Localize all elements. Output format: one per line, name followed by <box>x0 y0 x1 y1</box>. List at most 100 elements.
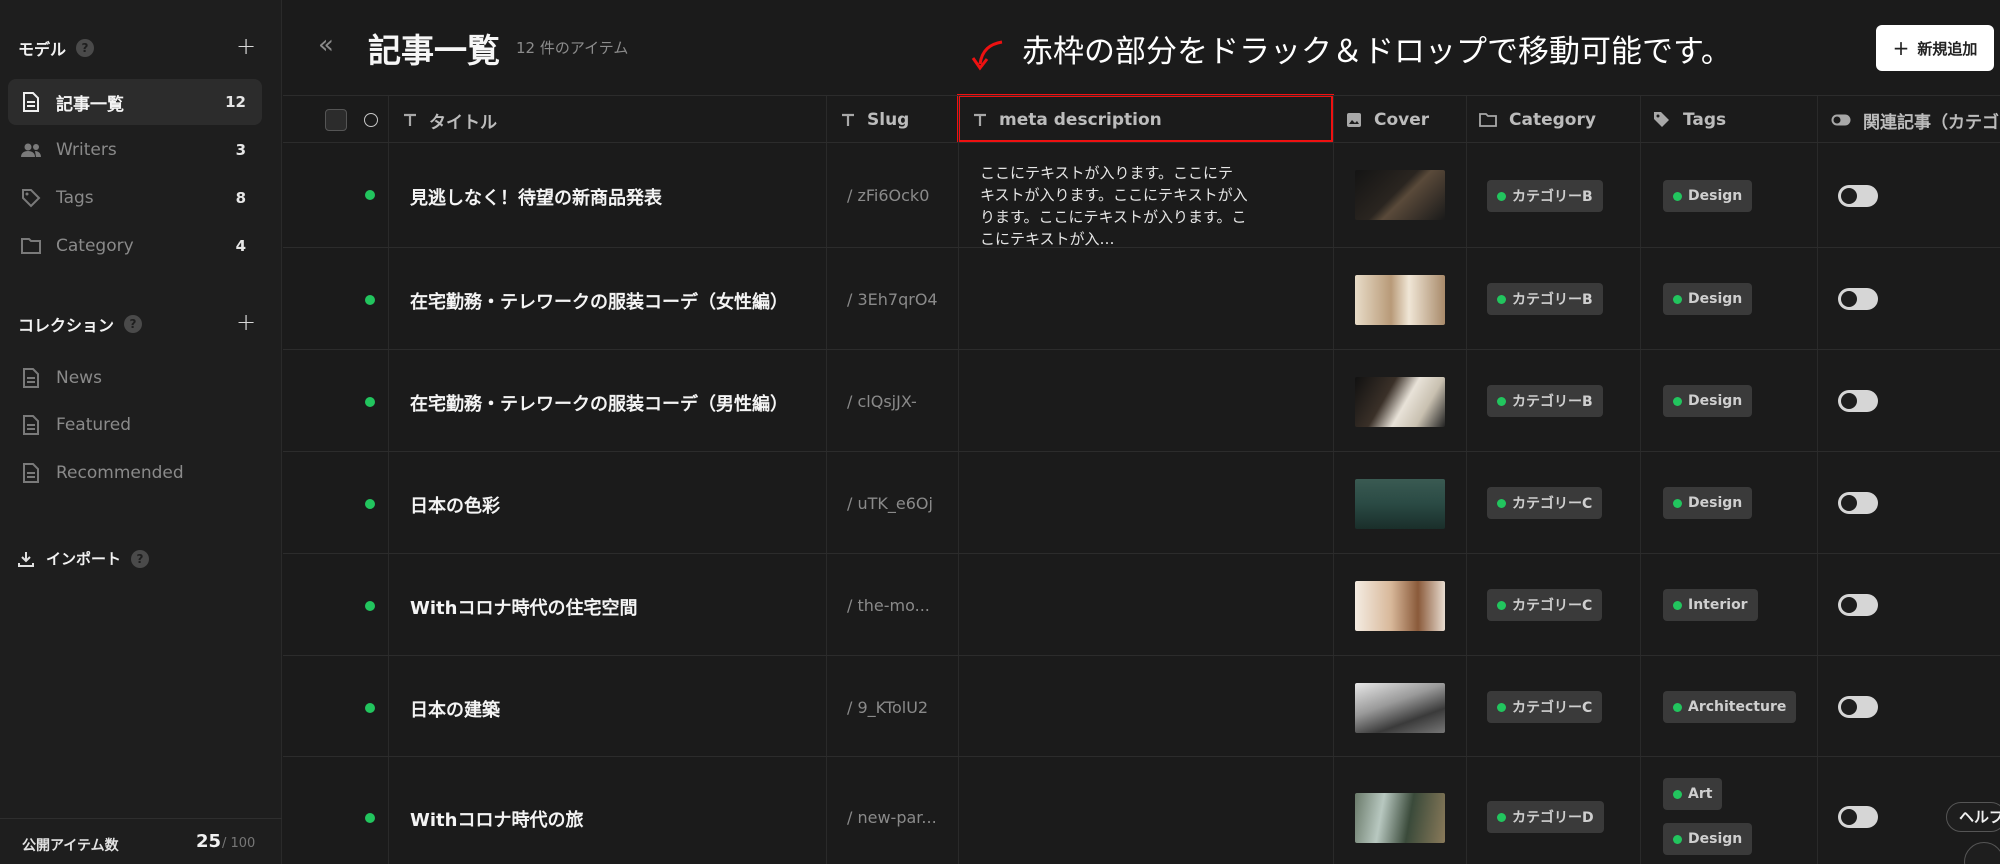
row-title: 日本の色彩 <box>410 496 500 517</box>
add-collection-button[interactable]: + <box>236 310 256 334</box>
row-slug: / 9_KTolU2 <box>847 698 929 717</box>
table-row[interactable]: 在宅勤務・テレワークの服装コーデ（男性編） / clQsjJX- カテゴリーB … <box>283 350 2000 452</box>
download-icon <box>18 551 34 567</box>
image-icon <box>1346 112 1362 128</box>
tag-badge[interactable]: Design <box>1663 487 1753 519</box>
help-icon[interactable]: ? <box>131 549 150 568</box>
row-slug: / clQsjJX- <box>847 392 917 411</box>
public-items-footer: 公開アイテム数 25 / 100 <box>0 818 282 864</box>
published-status-dot <box>365 601 375 611</box>
collections-heading: コレクション ? <box>18 312 143 336</box>
table-row[interactable]: 見逃しなく！待望の新商品発表 / zFi6Ock0 ここにテキストが入ります。こ… <box>283 143 2000 248</box>
row-slug: / 3Eh7qrO4 <box>847 290 938 309</box>
related-toggle[interactable] <box>1838 806 1878 828</box>
toggle-type-icon <box>1831 114 1851 126</box>
annotation-arrow-icon <box>971 40 1003 71</box>
sidebar-item-recommended[interactable]: Recommended <box>8 450 262 496</box>
column-header-meta-description[interactable]: meta description <box>973 96 1162 144</box>
published-status-dot <box>365 499 375 509</box>
table-row[interactable]: 在宅勤務・テレワークの服装コーデ（女性編） / 3Eh7qrO4 カテゴリーB … <box>283 248 2000 350</box>
page-title: 記事一覧 <box>368 31 500 70</box>
sidebar-item-tags[interactable]: Tags 8 <box>8 175 262 221</box>
help-button[interactable]: ヘルプ <box>1946 802 2000 832</box>
cover-image <box>1355 479 1445 529</box>
row-slug: / new-par... <box>847 808 937 827</box>
document-icon <box>20 91 42 113</box>
column-header-related[interactable]: 関連記事（カテゴ <box>1831 96 2000 144</box>
row-slug: / uTK_e6Oj <box>847 494 933 513</box>
published-status-dot <box>365 703 375 713</box>
sidebar-item-news[interactable]: News <box>8 355 262 401</box>
row-title: 在宅勤務・テレワークの服装コーデ（女性編） <box>410 292 788 313</box>
sidebar-item-articles[interactable]: 記事一覧 12 <box>8 79 262 125</box>
category-badge[interactable]: カテゴリーB <box>1487 283 1603 315</box>
cover-image <box>1355 793 1445 843</box>
column-header-cover[interactable]: Cover <box>1346 96 1429 144</box>
category-badge[interactable]: カテゴリーC <box>1487 691 1603 723</box>
cover-image <box>1355 683 1445 733</box>
help-icon[interactable]: ? <box>76 39 95 57</box>
collapse-sidebar-icon[interactable]: « <box>318 30 334 60</box>
table-row[interactable]: 日本の色彩 / uTK_e6Oj カテゴリーC Design <box>283 452 2000 554</box>
sidebar: モデル ? + 記事一覧 12 Writers 3 Tags 8 Categor… <box>0 0 282 864</box>
related-toggle[interactable] <box>1838 594 1878 616</box>
column-header-slug[interactable]: Slug <box>841 96 909 144</box>
tag-badge[interactable]: Design <box>1663 180 1753 212</box>
related-toggle[interactable] <box>1838 390 1878 412</box>
sidebar-item-featured[interactable]: Featured <box>8 402 262 448</box>
table-row[interactable]: 日本の建築 / 9_KTolU2 カテゴリーC Architecture <box>283 656 2000 757</box>
plus-icon: + <box>1892 36 1910 60</box>
sidebar-item-writers[interactable]: Writers 3 <box>8 127 262 173</box>
row-slug: / the-mo... <box>847 596 930 615</box>
related-toggle[interactable] <box>1838 492 1878 514</box>
tag-badge[interactable]: Design <box>1663 823 1753 855</box>
row-title: Withコロナ時代の旅 <box>410 810 584 831</box>
tag-icon <box>1653 111 1671 129</box>
category-badge[interactable]: カテゴリーB <box>1487 180 1603 212</box>
column-header-category[interactable]: Category <box>1479 96 1596 144</box>
cover-image <box>1355 581 1445 631</box>
published-status-dot <box>365 813 375 823</box>
row-slug: / zFi6Ock0 <box>847 186 930 205</box>
text-type-icon <box>973 113 987 127</box>
related-toggle[interactable] <box>1838 185 1878 207</box>
tag-badge[interactable]: Design <box>1663 385 1753 417</box>
users-icon <box>20 139 42 161</box>
row-title: 在宅勤務・テレワークの服装コーデ（男性編） <box>410 394 788 415</box>
folder-icon <box>20 235 42 257</box>
column-header-tags[interactable]: Tags <box>1653 96 1726 144</box>
folder-icon <box>1479 112 1497 128</box>
annotation-text: 赤枠の部分をドラック＆ドロップで移動可能です。 <box>1022 34 1732 70</box>
published-status-dot <box>365 190 375 200</box>
add-new-button[interactable]: + 新規追加 <box>1876 25 1994 71</box>
document-icon <box>20 367 42 389</box>
table-row[interactable]: Withコロナ時代の住宅空間 / the-mo... カテゴリーC Interi… <box>283 554 2000 656</box>
tag-badge[interactable]: Art <box>1663 778 1723 810</box>
category-badge[interactable]: カテゴリーC <box>1487 487 1603 519</box>
cover-image <box>1355 275 1445 325</box>
table-header: タイトル Slug meta description Cover Categor… <box>283 95 2000 143</box>
tag-badge[interactable]: Architecture <box>1663 691 1797 723</box>
column-header-title[interactable]: タイトル <box>403 96 497 144</box>
item-count: 12 件のアイテム <box>516 39 629 57</box>
cover-image <box>1355 377 1445 427</box>
category-badge[interactable]: カテゴリーB <box>1487 385 1603 417</box>
published-status-dot <box>365 295 375 305</box>
tag-badge[interactable]: Interior <box>1663 589 1758 621</box>
category-badge[interactable]: カテゴリーD <box>1487 801 1604 833</box>
sidebar-item-category[interactable]: Category 4 <box>8 223 262 269</box>
status-column-icon <box>364 113 378 127</box>
document-icon <box>20 462 42 484</box>
add-model-button[interactable]: + <box>236 34 256 58</box>
row-title: 見逃しなく！待望の新商品発表 <box>410 188 662 209</box>
import-link[interactable]: インポート ? <box>18 548 150 569</box>
document-icon <box>20 414 42 436</box>
related-toggle[interactable] <box>1838 696 1878 718</box>
related-toggle[interactable] <box>1838 288 1878 310</box>
tag-badge[interactable]: Design <box>1663 283 1753 315</box>
help-icon[interactable]: ? <box>124 315 143 333</box>
select-all-checkbox[interactable] <box>325 109 347 131</box>
table-row[interactable]: Withコロナ時代の旅 / new-par... カテゴリーD Art Desi… <box>283 757 2000 864</box>
row-title: 日本の建築 <box>410 700 500 721</box>
category-badge[interactable]: カテゴリーC <box>1487 589 1603 621</box>
